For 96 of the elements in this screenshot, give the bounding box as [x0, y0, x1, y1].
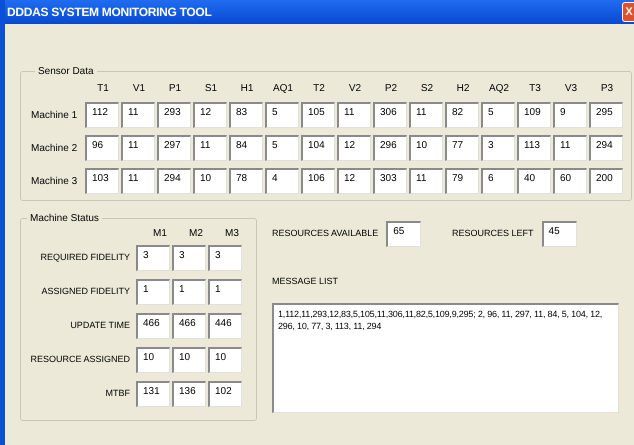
text-field[interactable]: 5 [481, 102, 515, 128]
text-field[interactable]: 104 [301, 135, 335, 161]
resource-label: RESOURCES AVAILABLE [272, 227, 378, 240]
text-field[interactable]: 294 [157, 168, 191, 194]
column-header: H2 [456, 83, 470, 94]
row-label: REQUIRED FIDELITY [39, 251, 131, 264]
text-field[interactable]: 65 [386, 221, 422, 247]
column-header: P2 [384, 83, 398, 94]
column-header: M1 [153, 228, 167, 239]
text-field[interactable]: 295 [589, 102, 623, 128]
text-field[interactable]: 10 [409, 135, 443, 161]
column-header: AQ1 [272, 83, 293, 94]
text-field[interactable]: 11 [193, 135, 227, 161]
text-field[interactable]: 294 [589, 135, 623, 161]
text-field[interactable]: 131 [136, 381, 170, 407]
text-field[interactable]: 10 [136, 347, 170, 373]
column-header: P3 [600, 83, 614, 94]
column-header: M3 [225, 228, 239, 239]
text-field[interactable]: 1 [172, 279, 206, 305]
column-header: T2 [313, 83, 325, 94]
column-header: T1 [97, 83, 109, 94]
row-label: Machine 3 [31, 174, 78, 188]
row-label: MTBF [104, 387, 131, 400]
text-field[interactable]: 106 [301, 168, 335, 194]
text-field[interactable]: 12 [193, 102, 227, 128]
text-field[interactable]: 296 [373, 135, 407, 161]
text-field[interactable]: 82 [445, 102, 479, 128]
text-field[interactable]: 10 [193, 168, 227, 194]
text-field[interactable]: 11 [553, 135, 587, 161]
text-field[interactable]: 446 [208, 313, 242, 339]
group-title: Machine Status [29, 212, 100, 226]
text-field[interactable]: 3 [172, 245, 206, 271]
row-label: RESOURCE ASSIGNED [29, 353, 131, 366]
column-header: S1 [204, 83, 218, 94]
text-field[interactable]: 11 [337, 102, 371, 128]
text-field[interactable]: 200 [589, 168, 623, 194]
text-field[interactable]: 77 [445, 135, 479, 161]
text-field[interactable]: 5 [265, 102, 299, 128]
column-header: AQ2 [488, 83, 509, 94]
row-label: UPDATE TIME [69, 319, 131, 332]
resource-label: RESOURCES LEFT [452, 227, 534, 240]
column-header: M2 [189, 228, 203, 239]
text-field[interactable]: 79 [445, 168, 479, 194]
text-field[interactable]: 1 [208, 279, 242, 305]
column-header: V3 [564, 83, 578, 94]
text-field[interactable]: 96 [85, 135, 119, 161]
column-header: V1 [132, 83, 146, 94]
text-field[interactable]: 12 [337, 168, 371, 194]
column-header: S2 [420, 83, 434, 94]
text-field[interactable]: 466 [136, 313, 170, 339]
text-field[interactable]: 109 [517, 102, 551, 128]
text-field[interactable]: 78 [229, 168, 263, 194]
column-header: T3 [529, 83, 541, 94]
message-list-label: MESSAGE LIST [272, 275, 340, 288]
text-field[interactable]: 45 [542, 221, 577, 247]
text-field[interactable]: 1 [136, 279, 170, 305]
text-field[interactable]: 11 [121, 168, 155, 194]
column-header: H1 [240, 83, 254, 94]
text-field[interactable]: 303 [373, 168, 407, 194]
window-title: DDDAS SYSTEM MONITORING TOOL [6, 4, 212, 21]
row-label: ASSIGNED FIDELITY [40, 285, 131, 298]
text-field[interactable]: 102 [208, 381, 242, 407]
column-header: V2 [348, 83, 362, 94]
text-field[interactable]: 10 [172, 347, 206, 373]
text-field[interactable]: 9 [553, 102, 587, 128]
text-field[interactable]: 136 [172, 381, 206, 407]
text-field[interactable]: 4 [265, 168, 299, 194]
close-button[interactable]: X [622, 2, 634, 22]
text-field[interactable]: 105 [301, 102, 335, 128]
text-field[interactable]: 3 [481, 135, 515, 161]
text-field[interactable]: 293 [157, 102, 191, 128]
row-label: Machine 1 [31, 108, 78, 122]
text-field[interactable]: 3 [136, 245, 170, 271]
text-field[interactable]: 113 [517, 135, 551, 161]
text-field[interactable]: 11 [409, 102, 443, 128]
group-title: Sensor Data [37, 65, 95, 79]
text-field[interactable]: 297 [157, 135, 191, 161]
text-field[interactable]: 466 [172, 313, 206, 339]
text-field[interactable]: 306 [373, 102, 407, 128]
text-field[interactable]: 11 [409, 168, 443, 194]
text-field[interactable]: 5 [265, 135, 299, 161]
text-field[interactable]: 84 [229, 135, 263, 161]
text-field[interactable]: 10 [208, 347, 242, 373]
message-list[interactable]: 1,112,11,293,12,83,5,105,11,306,11,82,5,109,9,295; 2, 96, 11, 297, 11, 84, 5, 104, 12, 296, 10, 77, 3, 113, 11, 294 [272, 302, 619, 412]
text-field[interactable]: 112 [85, 102, 119, 128]
text-field[interactable]: 6 [481, 168, 515, 194]
text-field[interactable]: 3 [208, 245, 242, 271]
text-field[interactable]: 103 [85, 168, 119, 194]
text-field[interactable]: 12 [337, 135, 371, 161]
text-field[interactable]: 60 [553, 168, 587, 194]
text-field[interactable]: 11 [121, 102, 155, 128]
text-field[interactable]: 83 [229, 102, 263, 128]
column-header: P1 [168, 83, 182, 94]
text-field[interactable]: 11 [121, 135, 155, 161]
row-label: Machine 2 [31, 142, 78, 156]
text-field[interactable]: 40 [517, 168, 551, 194]
